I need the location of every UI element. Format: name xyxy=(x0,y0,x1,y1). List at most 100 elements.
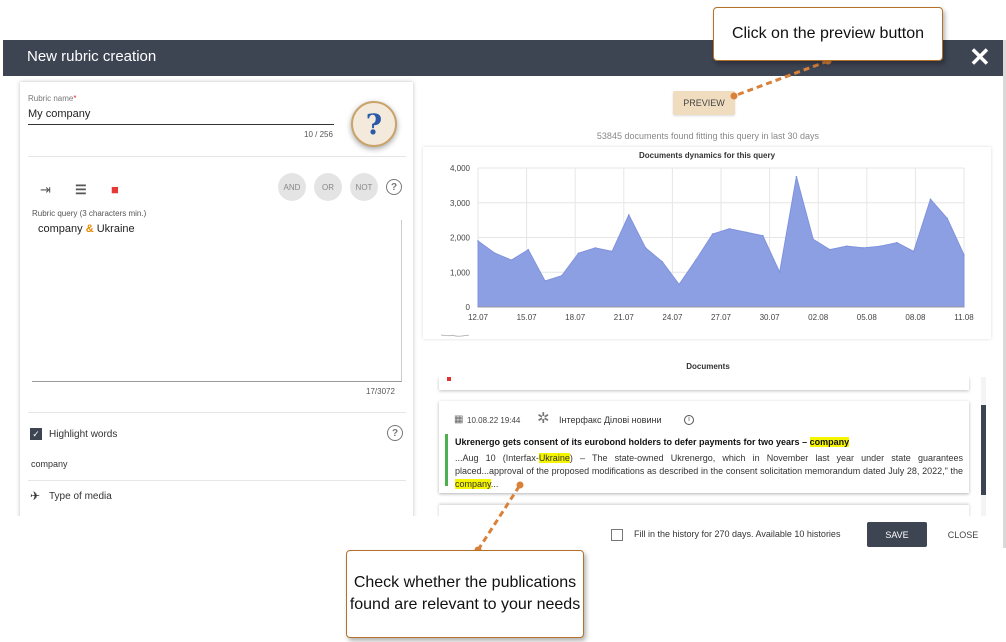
highlight-words-label: Highlight words xyxy=(49,429,118,440)
chart-y-tick-label: 4,000 xyxy=(450,164,471,173)
screenshot-root: New rubric creation ✕ Rubric name* My co… xyxy=(0,0,1006,642)
close-button[interactable]: CLOSE xyxy=(940,522,986,547)
chart-data-point xyxy=(711,233,714,235)
fill-history-checkbox[interactable] xyxy=(611,529,623,541)
chart-data-point xyxy=(795,175,798,178)
chart-x-tick-label: 21.07 xyxy=(614,313,635,322)
type-of-media-toggle[interactable]: Type of media xyxy=(49,491,112,502)
info-icon[interactable]: i xyxy=(684,415,694,425)
chart-x-tick-label: 24.07 xyxy=(662,313,683,322)
rubric-query-text: company & Ukraine xyxy=(38,223,135,235)
chart-data-point xyxy=(762,234,764,237)
documents-found-text: 53845 documents found fitting this query… xyxy=(596,131,820,141)
chart-data-point xyxy=(544,280,546,282)
chart-x-tick-label: 18.07 xyxy=(565,313,586,322)
chart-data-point xyxy=(879,245,882,247)
modal-footer: Fill in the history for 270 days. Availa… xyxy=(3,516,1003,548)
align-left-icon[interactable]: ☰ xyxy=(75,182,87,198)
document-date: 10.08.22 19:44 xyxy=(467,416,521,425)
chart-x-tick-label: 15.07 xyxy=(517,313,538,322)
chart-data-point xyxy=(946,217,949,220)
chart-data-point xyxy=(812,238,814,241)
divider xyxy=(28,480,406,481)
rubric-name-underline xyxy=(28,124,334,125)
rubric-name-input[interactable]: My company xyxy=(28,108,90,120)
chart-data-point xyxy=(862,247,865,249)
chart-data-point xyxy=(661,261,664,263)
chart-data-point xyxy=(778,271,781,274)
chart-data-point xyxy=(728,228,731,230)
document-source[interactable]: Інтерфакс Ділові новини xyxy=(559,415,661,425)
rubric-settings-panel: Rubric name* My company 10 / 256 ? ⇥ ☰ ■… xyxy=(20,82,413,548)
modal-title: New rubric creation xyxy=(27,48,157,65)
rubric-query-counter: 17/3072 xyxy=(366,387,395,396)
chart-data-point xyxy=(628,214,630,216)
divider xyxy=(28,412,406,413)
document-card[interactable] xyxy=(439,377,969,390)
chart-data-point xyxy=(577,252,580,254)
document-card[interactable]: ▦ 10.08.22 19:44 ✲ Інтерфакс Ділові нови… xyxy=(439,401,969,493)
chart-data-point xyxy=(829,248,831,251)
divider xyxy=(28,156,406,157)
highlight-help-icon[interactable]: ? xyxy=(387,425,403,441)
query-help-icon[interactable]: ? xyxy=(386,179,402,195)
chart-data-point xyxy=(527,248,530,251)
chart-data-point xyxy=(644,247,647,249)
annotation-check-publications: Check whether the publications found are… xyxy=(346,550,584,638)
highlight-words-input[interactable]: company xyxy=(31,459,68,469)
chart-data-point xyxy=(745,231,747,234)
source-logo-icon: ✲ xyxy=(537,410,550,427)
calendar-icon: ▦ xyxy=(454,414,464,425)
rubric-creation-modal: New rubric creation ✕ Rubric name* My co… xyxy=(3,40,1003,548)
chart-title: Documents dynamics for this query xyxy=(639,151,776,160)
chart-svg: Documents dynamics for this query 0 1,000 2… xyxy=(440,151,974,337)
and-operator-button[interactable]: AND xyxy=(278,173,306,201)
document-snippet: ...Aug 10 (Interfax-Ukraine) – The state… xyxy=(455,453,963,489)
chart-data-point xyxy=(845,245,848,247)
document-title[interactable]: Ukrenergo gets consent of its eurobond h… xyxy=(455,437,850,447)
relevance-bar xyxy=(445,434,448,486)
chart-data-point xyxy=(896,241,898,244)
chart-data-point xyxy=(963,254,965,256)
highlight-words-checkbox[interactable]: ✓ xyxy=(30,428,42,440)
rubric-name-label: Rubric name* xyxy=(28,94,77,103)
chart-x-tick-label: 05.08 xyxy=(857,313,878,322)
chart-data-point xyxy=(477,240,479,242)
documents-section-title: Documents xyxy=(686,362,730,371)
documents-scrollbar-thumb[interactable] xyxy=(981,405,986,495)
chart-y-tick-label: 2,000 xyxy=(450,234,471,243)
chart-x-tick-label: 08.08 xyxy=(905,313,926,322)
chart-x-tick-label: 11.08 xyxy=(954,313,974,322)
chart-x-tick-label: 30.07 xyxy=(760,313,781,322)
rubric-name-counter: 10 / 256 xyxy=(304,130,333,139)
chart-y-tick-label: 3,000 xyxy=(450,199,471,208)
rubric-query-input[interactable] xyxy=(32,220,402,382)
chart-y-tick-label: 1,000 xyxy=(450,268,471,277)
close-icon[interactable]: ✕ xyxy=(969,43,991,71)
chart-y-tick-label: 0 xyxy=(466,303,471,312)
chart-x-tick-label: 12.07 xyxy=(468,313,489,322)
trash-icon[interactable]: ■ xyxy=(111,182,119,197)
rubric-query-label: Rubric query (3 characters min.) xyxy=(32,209,147,218)
satellite-dish-icon: ✈ xyxy=(30,489,41,503)
preview-button[interactable]: PREVIEW xyxy=(673,91,735,115)
chart-navigator-sparkline xyxy=(440,334,470,337)
chart-data-point xyxy=(611,250,613,253)
chart-x-tick-label: 27.07 xyxy=(711,313,732,322)
documents-dynamics-chart: Documents dynamics for this query 0 1,000 2… xyxy=(423,147,991,339)
chart-data-point xyxy=(560,274,563,277)
chart-data-point xyxy=(678,283,680,286)
chart-data-point xyxy=(493,252,496,254)
document-marker xyxy=(447,377,451,381)
chart-data-point xyxy=(695,259,697,261)
chart-data-point xyxy=(594,247,597,249)
or-operator-button[interactable]: OR xyxy=(314,173,342,201)
question-mark-icon[interactable]: ? xyxy=(351,101,397,147)
fill-history-label: Fill in the history for 270 days. Availa… xyxy=(634,529,841,539)
save-button[interactable]: SAVE xyxy=(867,522,927,547)
indent-icon[interactable]: ⇥ xyxy=(40,182,51,198)
chart-data-point xyxy=(912,250,915,253)
chart-data-point xyxy=(929,198,932,201)
not-operator-button[interactable]: NOT xyxy=(350,173,378,201)
annotation-preview: Click on the preview button xyxy=(713,7,943,61)
